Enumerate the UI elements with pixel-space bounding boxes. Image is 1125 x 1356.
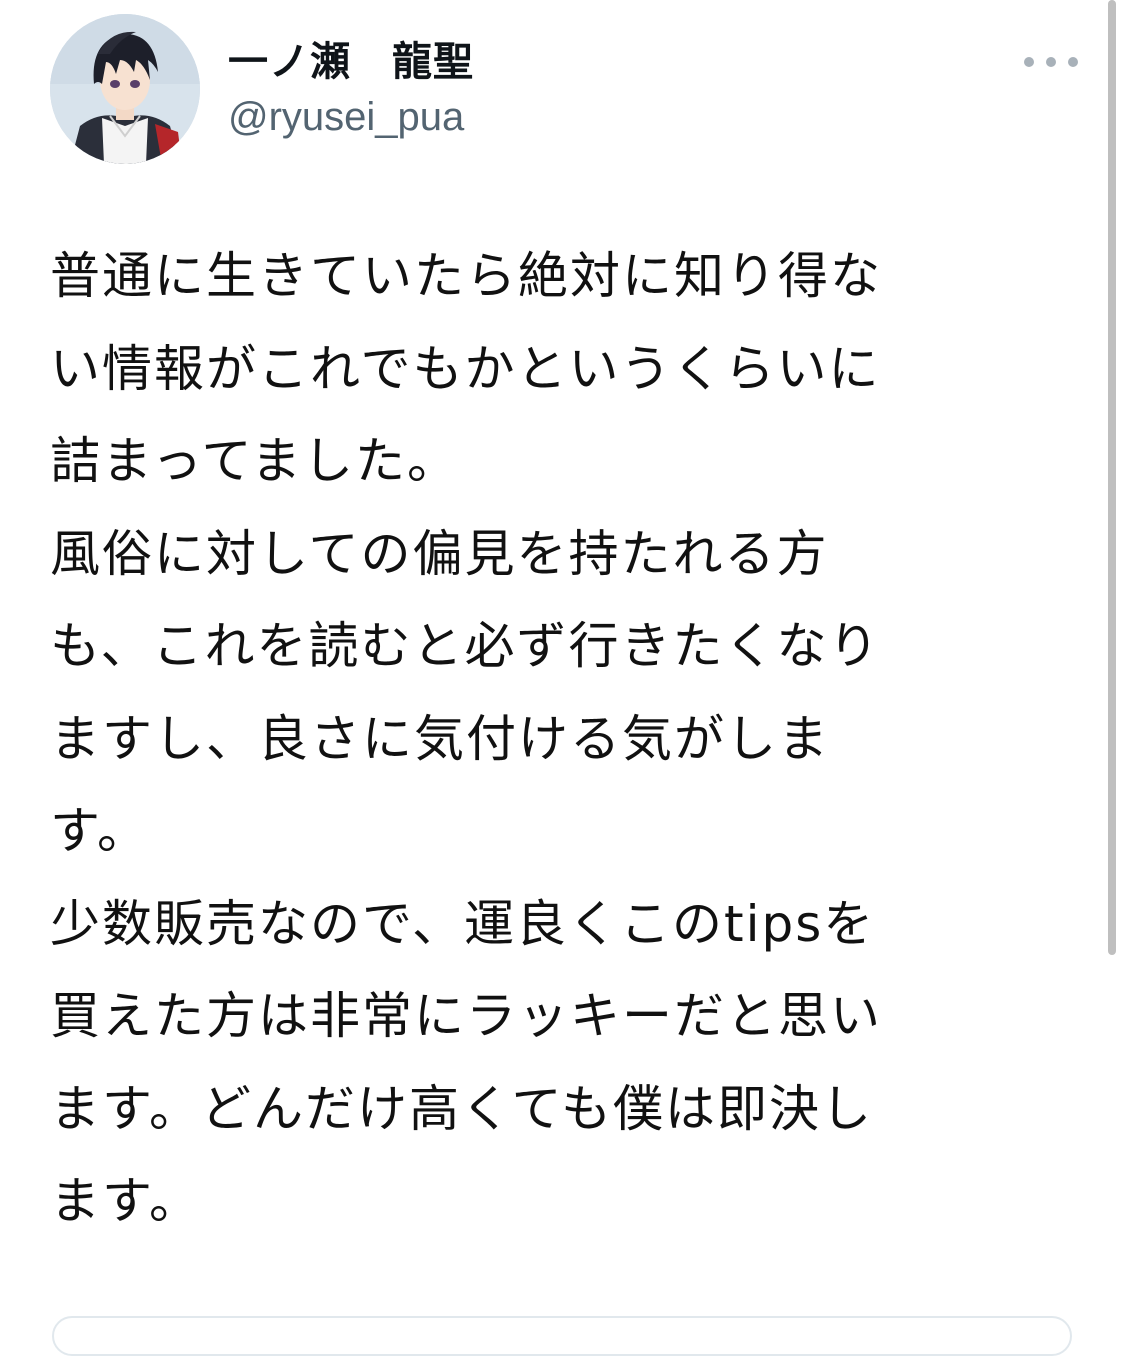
tweet-text-line: ますし、良さに気付ける気がしま (50, 709, 830, 768)
dot (1024, 57, 1034, 67)
tweet: 一ノ瀬 龍聖 @ryusei_pua 普通に生きていたら絶対に知り得な い情報が… (0, 0, 1125, 1356)
tweet-text: 普通に生きていたら絶対に知り得な い情報がこれでもかというくらいに 詰まってまし… (50, 230, 1050, 1248)
dot (1046, 57, 1056, 67)
tweet-text-line: 少数販売なので、運良くこのtipsを (50, 894, 876, 953)
tweet-text-line: す。 (50, 802, 149, 860)
link-card[interactable] (52, 1316, 1072, 1356)
display-name[interactable]: 一ノ瀬 龍聖 (228, 36, 474, 88)
scrollbar[interactable] (1108, 0, 1116, 955)
tweet-text-line: 買えた方は非常にラッキーだと思い (50, 987, 882, 1045)
tweet-text-line: 普通に生きていたら絶対に知り得な (50, 247, 882, 305)
tweet-text-line: ます。どんだけ高くても僕は即決し (50, 1079, 873, 1138)
tweet-text-line: 風俗に対しての偏見を持たれる方 (50, 524, 829, 583)
user-handle[interactable]: @ryusei_pua (228, 94, 464, 140)
tweet-text-line: 詰まってました。 (50, 432, 459, 490)
tweet-text-line: い情報がこれでもかというくらいに (50, 339, 881, 398)
tweet-text-line: も、これを読むと必ず行きたくなり (50, 617, 881, 675)
more-options-icon[interactable] (1024, 50, 1078, 74)
dot (1068, 57, 1078, 67)
avatar[interactable] (50, 14, 200, 164)
avatar-image (50, 14, 200, 164)
tweet-text-line: ます。 (50, 1172, 201, 1230)
